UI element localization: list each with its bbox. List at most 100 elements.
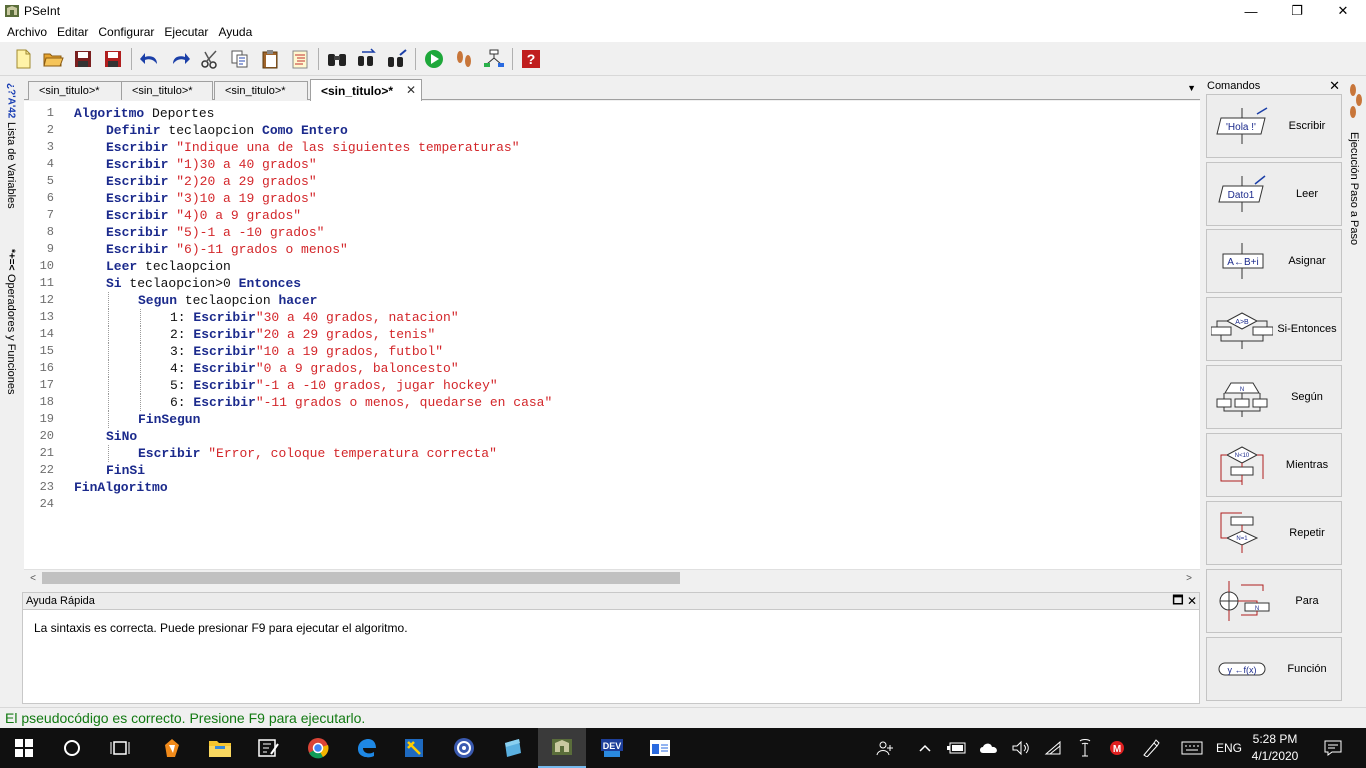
- editor-app-icon[interactable]: [244, 728, 292, 768]
- chevron-up-icon[interactable]: [912, 728, 938, 768]
- replace-icon[interactable]: [382, 44, 412, 74]
- sublime-icon[interactable]: [390, 728, 438, 768]
- volume-icon[interactable]: [1008, 728, 1034, 768]
- maximize-button[interactable]: ❐: [1274, 0, 1320, 22]
- command-escribir-button[interactable]: 'Hola !' Escribir: [1206, 94, 1342, 158]
- document-tabs: <sin_titulo>* <sin_titulo>* <sin_titulo>…: [24, 79, 1200, 101]
- command-label: Mientras: [1285, 459, 1329, 471]
- task-view-icon[interactable]: [96, 728, 144, 768]
- new-file-icon[interactable]: [8, 44, 38, 74]
- line-number: 6: [46, 191, 54, 205]
- fl-studio-icon[interactable]: [148, 728, 196, 768]
- command-asignar-button[interactable]: A←B+i Asignar: [1206, 229, 1342, 293]
- identifier-token: 3:: [170, 344, 194, 359]
- keyboard-icon[interactable]: [1178, 728, 1206, 768]
- command-segun-button[interactable]: N Según: [1206, 365, 1342, 429]
- search-circle-icon[interactable]: [48, 728, 96, 768]
- notes-app-icon[interactable]: [488, 728, 536, 768]
- horizontal-scrollbar[interactable]: < >: [24, 569, 1200, 585]
- string-token: "20 a 29 grados, tenis": [255, 327, 436, 342]
- input-language[interactable]: ENG: [1212, 728, 1246, 768]
- menu-ejecutar[interactable]: Ejecutar: [159, 25, 213, 39]
- redo-icon[interactable]: [165, 44, 195, 74]
- toolbar-separator: [512, 47, 513, 70]
- code-editor[interactable]: 1 2 3 4 5 6 7 8 9 10 11 12 13 14 15 16 17 18 19 20 21 22 23 24 …: [24, 101, 1200, 569]
- si-entonces-icon-text: A>B: [1235, 319, 1249, 326]
- search-icon[interactable]: [322, 44, 352, 74]
- scroll-left-icon[interactable]: <: [26, 571, 40, 585]
- copy-icon[interactable]: [225, 44, 255, 74]
- menu-ayuda[interactable]: Ayuda: [213, 25, 257, 39]
- menu-configurar[interactable]: Configurar: [93, 25, 159, 39]
- tabs-dropdown-icon[interactable]: ▼: [1187, 83, 1196, 93]
- flowchart-icon[interactable]: [479, 44, 509, 74]
- tab-document-3[interactable]: <sin_titulo>*: [214, 81, 308, 100]
- system-clock[interactable]: 5:28 PM 4/1/2020: [1244, 731, 1306, 765]
- windows-start-icon[interactable]: [0, 728, 48, 768]
- battery-icon[interactable]: [944, 728, 970, 768]
- people-icon[interactable]: [872, 728, 898, 768]
- code-line: Escribir "Error, coloque temperatura cor…: [74, 445, 552, 462]
- toolbar-separator: [131, 47, 132, 70]
- notifications-icon[interactable]: [1320, 728, 1346, 768]
- undo-icon[interactable]: [135, 44, 165, 74]
- indent-guide: [140, 343, 141, 360]
- restore-panel-icon[interactable]: 🗖: [1171, 593, 1185, 608]
- save-icon[interactable]: [68, 44, 98, 74]
- command-repetir-button[interactable]: N=1 Repetir: [1206, 501, 1342, 565]
- menu-archivo[interactable]: Archivo: [2, 25, 52, 39]
- command-funcion-button[interactable]: y ←f(x) Función: [1206, 637, 1342, 701]
- antivirus-icon[interactable]: M: [1104, 728, 1130, 768]
- command-si-entonces-button[interactable]: A>B Si-Entonces: [1206, 297, 1342, 361]
- chrome-icon[interactable]: [294, 728, 342, 768]
- command-mientras-button[interactable]: N<10 Mientras: [1206, 433, 1342, 497]
- open-file-icon[interactable]: [38, 44, 68, 74]
- onedrive-icon[interactable]: [976, 728, 1002, 768]
- close-panel-icon[interactable]: ✕: [1185, 594, 1199, 608]
- toolbar-separator: [415, 47, 416, 70]
- code-line: FinSegun: [74, 411, 552, 428]
- menu-editar[interactable]: Editar: [52, 25, 93, 39]
- minimize-button[interactable]: —: [1228, 0, 1274, 22]
- tab-label: <sin_titulo>*: [39, 85, 100, 97]
- pen-icon[interactable]: [1138, 728, 1164, 768]
- find-next-icon[interactable]: [352, 44, 382, 74]
- save-as-icon[interactable]: [98, 44, 128, 74]
- step-by-step-icon[interactable]: [449, 44, 479, 74]
- variables-list-tab[interactable]: ¿?'A'42 Lista de Variables: [0, 81, 22, 237]
- file-explorer-icon[interactable]: [196, 728, 244, 768]
- command-para-button[interactable]: N Para: [1206, 569, 1342, 633]
- code-line: Leer teclaopcion: [74, 258, 552, 275]
- close-button[interactable]: ✕: [1320, 0, 1366, 22]
- dev-cpp-icon[interactable]: DEV: [588, 728, 636, 768]
- command-leer-button[interactable]: Dato1 Leer: [1206, 162, 1342, 226]
- tab-close-icon[interactable]: ✕: [406, 83, 416, 97]
- pseint-taskbar-icon[interactable]: [538, 728, 586, 768]
- command-label: Repetir: [1289, 527, 1325, 539]
- help-icon[interactable]: ?: [516, 44, 546, 74]
- code-area[interactable]: Algoritmo Deportes Definir teclaopcion Co…: [74, 105, 552, 513]
- operators-functions-tab[interactable]: *+=< Operadores y Funciones: [0, 247, 22, 417]
- string-token: "Indique una de las siguientes temperatu…: [176, 140, 520, 155]
- wifi-icon[interactable]: [1040, 728, 1066, 768]
- tab-document-2[interactable]: <sin_titulo>*: [121, 81, 213, 100]
- indent-icon[interactable]: [285, 44, 315, 74]
- edge-icon[interactable]: [342, 728, 390, 768]
- tab-document-1[interactable]: <sin_titulo>*: [28, 81, 124, 100]
- cut-icon[interactable]: [195, 44, 225, 74]
- identifier-token: 0: [223, 276, 231, 291]
- leer-icon-text: Dato1: [1228, 190, 1255, 201]
- paste-icon[interactable]: [255, 44, 285, 74]
- tab-document-4-active[interactable]: <sin_titulo>* ✕: [310, 79, 422, 101]
- obs-icon[interactable]: [440, 728, 488, 768]
- run-icon[interactable]: [419, 44, 449, 74]
- commands-close-icon[interactable]: ✕: [1329, 78, 1340, 94]
- commands-header: Comandos ✕: [1204, 78, 1344, 94]
- step-by-step-tab[interactable]: Ejecución Paso a Paso: [1346, 78, 1366, 258]
- network-icon[interactable]: [1072, 728, 1098, 768]
- window-app-icon[interactable]: [636, 728, 684, 768]
- segun-icon-text: N: [1240, 387, 1244, 393]
- scroll-right-icon[interactable]: >: [1182, 571, 1196, 585]
- scrollbar-thumb[interactable]: [42, 572, 680, 584]
- indent-guide: [108, 394, 109, 411]
